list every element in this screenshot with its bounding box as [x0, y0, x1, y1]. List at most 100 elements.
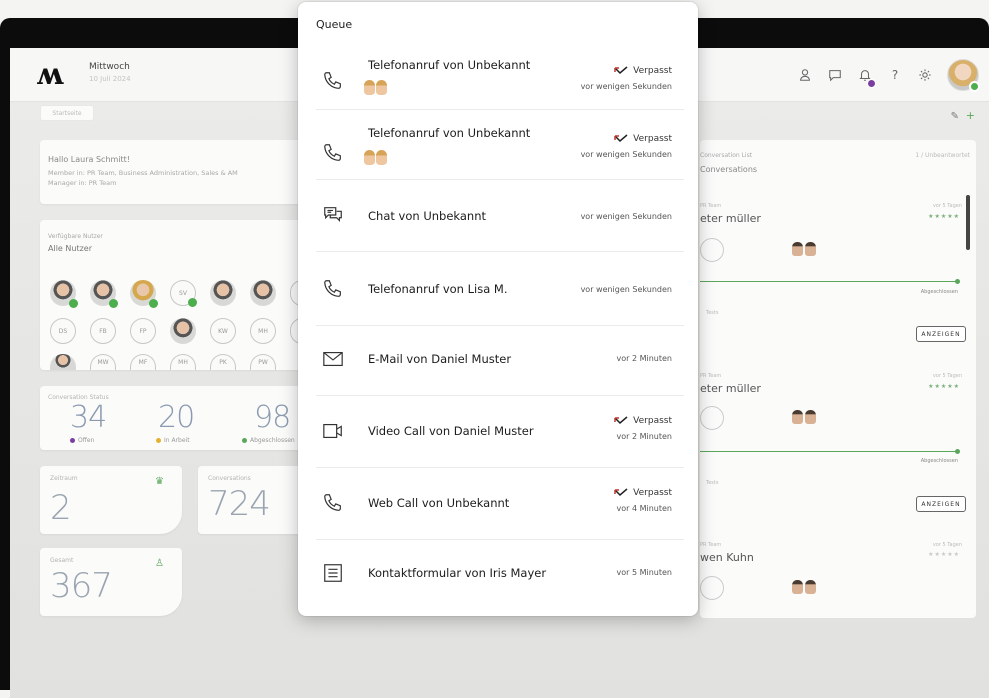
show-button[interactable]: ANZEIGEN	[916, 496, 966, 512]
missed-status: Verpasst	[614, 416, 672, 426]
entry-name[interactable]: eter müller	[700, 212, 761, 225]
gear-icon[interactable]	[917, 67, 933, 83]
conversation-status-card: Conversation Status 34 20 98 Offen In Ar…	[40, 386, 302, 450]
queue-item-meta: vor 5 Minuten	[617, 568, 673, 577]
avatar-initials: FP	[139, 327, 147, 335]
bell-icon[interactable]	[857, 67, 876, 88]
avatar-initials: MW	[97, 359, 109, 366]
avatar	[376, 80, 387, 95]
entry-days: vor 5 Tagen	[932, 373, 962, 379]
online-indicator	[969, 81, 980, 92]
avatar	[792, 410, 803, 424]
show-button[interactable]: ANZEIGEN	[916, 326, 966, 342]
avatar[interactable]: FB	[90, 318, 116, 344]
entry-play-button[interactable]	[700, 238, 724, 262]
queue-item-time: vor 2 Minuten	[616, 432, 673, 441]
entry-play-button[interactable]	[700, 576, 724, 600]
queue-item-meta: vor 2 Minuten	[617, 354, 673, 363]
missed-call-icon	[614, 488, 628, 497]
queue-item[interactable]: Chat von Unbekannt vor wenigen Sekunden	[298, 180, 698, 252]
avatar[interactable]	[130, 280, 158, 308]
chat-icon[interactable]	[827, 67, 843, 83]
entry-play-button[interactable]	[700, 406, 724, 430]
avatar[interactable]	[90, 280, 118, 308]
add-icon[interactable]: +	[966, 109, 975, 122]
queue-item-time: vor wenigen Sekunden	[580, 150, 672, 159]
avatar[interactable]: SV	[170, 280, 197, 307]
avatar-initials: MH	[178, 359, 188, 366]
missed-call-icon	[614, 416, 628, 425]
queue-item[interactable]: Kontaktformular von Iris Mayer vor 5 Min…	[298, 540, 698, 610]
avatar-initials: DS	[58, 327, 68, 335]
stat-box-value: 367	[50, 566, 113, 606]
missed-call-icon	[614, 134, 628, 143]
queue-item-label: Web Call von Unbekannt	[368, 496, 510, 510]
avatar	[805, 242, 816, 256]
scrollbar[interactable]	[966, 195, 970, 250]
avatar-initials: MF	[138, 359, 148, 366]
missed-call-icon	[614, 66, 628, 75]
avatar[interactable]: FP	[130, 318, 156, 344]
queue-title: Queue	[316, 18, 353, 31]
avatar[interactable]	[170, 318, 196, 344]
avatar-initials: PK	[219, 359, 227, 366]
queue-item-meta: Verpasst vor 2 Minuten	[614, 416, 672, 441]
avatar-initials: MH	[258, 327, 268, 335]
notification-badge	[867, 79, 876, 88]
legend-open: Offen	[70, 437, 94, 444]
queue-item-time: vor 4 Minuten	[616, 504, 673, 513]
progress-dot	[955, 279, 960, 284]
queue-item[interactable]: Telefonanruf von Unbekannt Verpasst vor …	[298, 50, 698, 110]
progress-track	[700, 451, 958, 452]
progress-dot	[955, 449, 960, 454]
avatar[interactable]	[50, 280, 78, 308]
avatar[interactable]: MH	[250, 318, 276, 344]
greeting-card: Hallo Laura Schmitt! Member in: PR Team,…	[40, 140, 302, 204]
edit-icon[interactable]: ✎	[951, 111, 959, 122]
queue-item[interactable]: Video Call von Daniel Muster Verpasst vo…	[298, 396, 698, 468]
missed-label: Verpasst	[633, 416, 672, 426]
user-icon[interactable]	[797, 67, 813, 83]
queue-item[interactable]: Telefonanruf von Lisa M. vor wenigen Sek…	[298, 252, 698, 326]
legend-closed: Abgeschlossen	[242, 437, 295, 444]
queue-item-label: Chat von Unbekannt	[368, 209, 486, 223]
entry-name[interactable]: eter müller	[700, 382, 761, 395]
app-logo[interactable]: ʍ	[36, 60, 63, 90]
current-date: 10 Juli 2024	[89, 75, 131, 83]
legend-in-progress: In Arbeit	[156, 437, 190, 444]
queue-item-meta: vor wenigen Sekunden	[581, 285, 672, 294]
legend-label: Offen	[78, 437, 95, 444]
queue-item-label: Video Call von Daniel Muster	[368, 424, 534, 438]
conversation-list-label: Conversation List	[700, 152, 753, 159]
breadcrumb-pill[interactable]: Startseite	[40, 105, 94, 121]
queue-item[interactable]: Web Call von Unbekannt Verpasst vor 4 Mi…	[298, 468, 698, 540]
phone-icon	[322, 70, 344, 92]
legend-label: Abgeschlossen	[250, 437, 295, 444]
stat-box-total: Gesamt ♙ 367	[40, 548, 182, 616]
queue-item-label: E-Mail von Daniel Muster	[368, 352, 512, 366]
queue-item[interactable]: Telefonanruf von Unbekannt Verpasst vor …	[298, 110, 698, 180]
phone-icon	[322, 492, 344, 514]
rating-stars: ★★★★★	[928, 213, 960, 220]
avatar[interactable]: KW	[210, 318, 236, 344]
stat-closed-value: 98	[254, 400, 291, 435]
avatar	[792, 242, 803, 256]
stat-box-label: Gesamt	[50, 557, 74, 564]
avatar-initials: PW	[258, 359, 268, 366]
chat-icon	[322, 204, 344, 226]
rating-stars: ★★★★★	[928, 551, 960, 558]
queue-item-label: Kontaktformular von Iris Mayer	[368, 566, 547, 580]
rating-stars: ★★★★★	[928, 383, 960, 390]
avatar	[805, 410, 816, 424]
conversation-list-panel: Conversation List Conversations 1 / Unbe…	[700, 140, 976, 618]
entry-name[interactable]: wen Kuhn	[700, 551, 754, 564]
avatar[interactable]	[250, 280, 276, 306]
top-bar-actions: ?	[797, 56, 980, 94]
avatar	[376, 150, 387, 165]
phone-icon	[322, 278, 344, 300]
queue-item[interactable]: E-Mail von Daniel Muster vor 2 Minuten	[298, 326, 698, 396]
avatar[interactable]	[210, 280, 236, 306]
profile-avatar[interactable]	[947, 59, 980, 92]
help-icon[interactable]: ?	[887, 67, 903, 83]
avatar[interactable]: DS	[50, 318, 76, 344]
